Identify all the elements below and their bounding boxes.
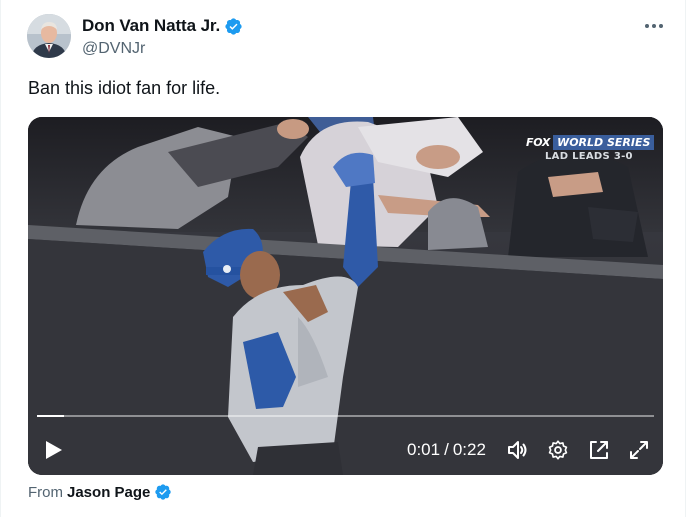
pop-out-icon [590,441,608,459]
volume-icon [508,441,527,459]
more-dot-icon [652,24,656,28]
more-options-button[interactable] [640,15,668,37]
more-dot-icon [645,24,649,28]
more-dot-icon [659,24,663,28]
network-logo: FOX [526,136,551,149]
video-frame [28,117,663,475]
fullscreen-icon [630,441,648,459]
verified-badge-icon [224,17,243,36]
author-name-row[interactable]: Don Van Natta Jr. [82,15,243,37]
fullscreen-button[interactable] [628,439,650,461]
pop-out-button[interactable] [588,439,610,461]
score-bug: LAD LEADS 3-0 [545,151,633,162]
avatar-image [27,14,71,58]
broadcast-logo: FOX WORLD SERIES [526,135,655,150]
attribution-prefix: From [28,483,63,501]
progress-fill [37,415,64,417]
video-attribution: From Jason Page [28,483,172,501]
tweet-card[interactable]: Don Van Natta Jr. @DVNJr Ban this idiot … [0,0,698,517]
avatar[interactable] [27,14,71,58]
settings-icon [548,440,568,460]
video-player[interactable]: FOX WORLD SERIES LAD LEADS 3-0 0:01 / 0:… [28,117,663,475]
author-handle[interactable]: @DVNJr [82,40,145,58]
current-time: 0:01 [407,440,441,459]
progress-bar[interactable] [37,415,654,417]
play-icon [46,441,62,459]
time-display: 0:01 / 0:22 [407,439,486,461]
verified-badge-icon [155,484,172,500]
settings-button[interactable] [547,439,569,461]
attribution-source-link[interactable]: Jason Page [67,484,150,501]
play-button[interactable] [42,439,64,461]
series-badge: WORLD SERIES [553,135,655,150]
tweet-text: Ban this idiot fan for life. [28,78,221,98]
time-separator: / [444,440,449,459]
volume-button[interactable] [506,439,528,461]
player-controls: 0:01 / 0:22 [28,432,663,468]
author-display-name[interactable]: Don Van Natta Jr. [82,16,220,36]
duration: 0:22 [452,440,486,459]
